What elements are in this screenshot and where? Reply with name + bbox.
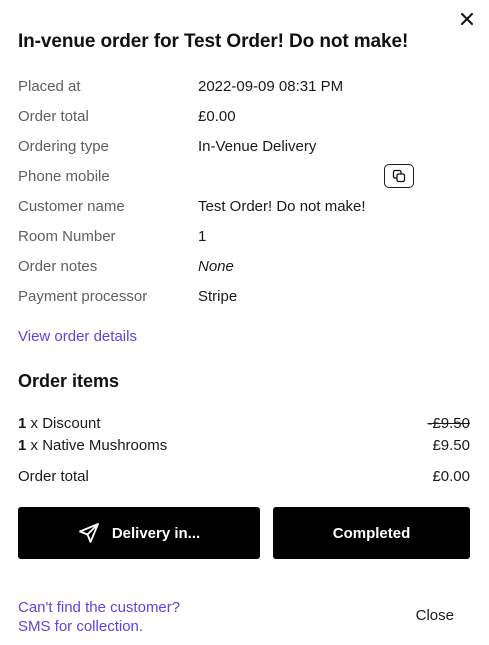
item-separator: x: [26, 436, 43, 454]
detail-value: 1: [198, 227, 207, 245]
completed-label: Completed: [332, 524, 411, 542]
detail-value: In-Venue Delivery: [198, 137, 317, 155]
close-icon[interactable]: [457, 9, 477, 29]
detail-row-payment-processor: Payment processor Stripe: [18, 281, 470, 311]
completed-button[interactable]: Completed: [273, 507, 470, 559]
copy-phone-button[interactable]: [384, 164, 414, 188]
detail-value: £0.00: [198, 107, 236, 125]
list-item: 1 x Native Mushrooms £9.50: [18, 434, 470, 456]
item-separator: x: [26, 414, 43, 432]
detail-label: Placed at: [18, 77, 81, 95]
detail-value: 2022-09-09 08:31 PM: [198, 77, 344, 95]
delivery-in-button[interactable]: Delivery in...: [18, 507, 260, 559]
phone-value: [198, 164, 414, 188]
detail-row-placed-at: Placed at 2022-09-09 08:31 PM: [18, 71, 470, 101]
send-icon: [78, 522, 100, 544]
detail-row-phone-mobile: Phone mobile: [18, 161, 470, 191]
detail-row-order-total: Order total £0.00: [18, 101, 470, 131]
item-name: Discount: [42, 414, 101, 432]
order-total-row: Order total £0.00: [18, 465, 470, 487]
detail-value: None: [198, 257, 234, 275]
detail-label: Order notes: [18, 257, 98, 275]
item-price: £9.50: [432, 436, 470, 454]
sms-for-collection-link[interactable]: Can't find the customer? SMS for collect…: [18, 598, 180, 636]
detail-label: Ordering type: [18, 137, 109, 155]
detail-label: Order total: [18, 107, 89, 125]
item-name: Native Mushrooms: [42, 436, 168, 454]
detail-label: Customer name: [18, 197, 125, 215]
sms-link-line-2: SMS for collection.: [18, 618, 144, 635]
list-item: 1 x Discount -£9.50: [18, 412, 470, 434]
order-items-heading: Order items: [18, 371, 120, 391]
copy-icon: [392, 169, 406, 183]
detail-value: Stripe: [198, 287, 238, 305]
item-description: 1 x Discount: [18, 415, 101, 432]
order-total-value: £0.00: [432, 467, 470, 485]
detail-row-ordering-type: Ordering type In-Venue Delivery: [18, 131, 470, 161]
item-description: 1 x Native Mushrooms: [18, 437, 167, 454]
sms-link-line-1: Can't find the customer?: [18, 599, 181, 616]
view-order-details-link[interactable]: View order details: [18, 328, 137, 345]
item-price: -£9.50: [427, 414, 470, 432]
detail-label: Room Number: [18, 227, 116, 245]
modal-title: In-venue order for Test Order! Do not ma…: [18, 31, 409, 52]
close-button[interactable]: Close: [416, 607, 454, 624]
order-details: Placed at 2022-09-09 08:31 PM Order tota…: [18, 71, 470, 311]
detail-label: Payment processor: [18, 287, 148, 305]
detail-value: Test Order! Do not make!: [198, 197, 366, 215]
delivery-in-label: Delivery in...: [111, 524, 201, 542]
detail-row-order-notes: Order notes None: [18, 251, 470, 281]
detail-row-customer-name: Customer name Test Order! Do not make!: [18, 191, 470, 221]
order-total-label: Order total: [18, 467, 89, 485]
detail-label: Phone mobile: [18, 167, 110, 185]
order-items-list: 1 x Discount -£9.50 1 x Native Mushrooms…: [18, 412, 470, 456]
detail-row-room-number: Room Number 1: [18, 221, 470, 251]
